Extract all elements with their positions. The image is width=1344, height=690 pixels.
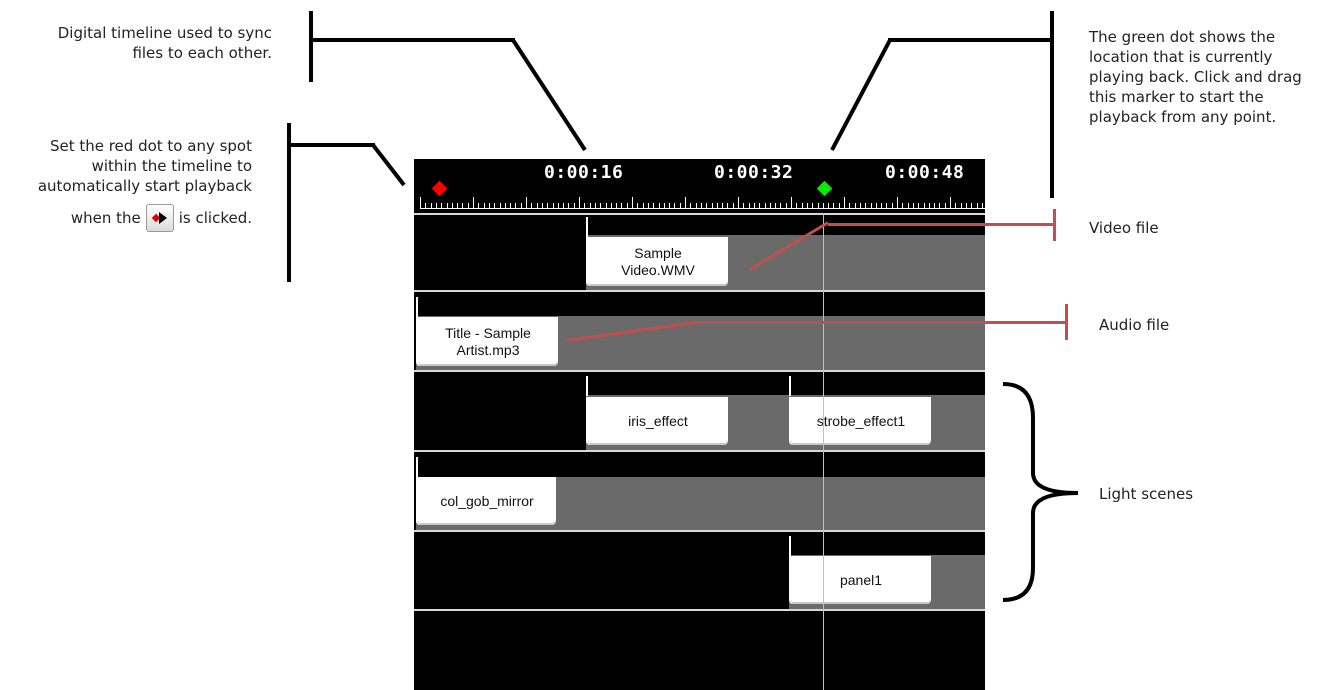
audio-clip[interactable]: Title - Sample Artist.mp3 [416, 317, 558, 366]
iris-effect-clip[interactable]: iris_effect [586, 397, 728, 445]
col-gob-mirror-clip[interactable]: col_gob_mirror [416, 477, 556, 525]
timeline-ruler[interactable]: 0:00:16 0:00:32 0:00:48 [414, 159, 985, 213]
callout-red-dot-clicked: is clicked. [178, 209, 252, 227]
go-to-start-marker-icon [151, 212, 167, 224]
audio-leader-end-cap [1065, 304, 1068, 340]
col-gob-mirror-clip-label: col_gob_mirror [440, 492, 534, 509]
start-marker-red-dot[interactable] [431, 180, 448, 197]
video-leader-end-cap [1053, 209, 1056, 241]
video-leader-line-horizontal [828, 223, 1054, 226]
video-clip-flag [586, 217, 588, 237]
leader-line-green-dot-horizontal [888, 38, 1054, 42]
track-separator [414, 290, 985, 292]
track-separator [414, 213, 985, 215]
leader-line-green-dot-diagonal [830, 39, 892, 151]
time-label-32: 0:00:32 [714, 162, 794, 183]
panel1-clip[interactable]: panel1 [789, 556, 931, 604]
callout-video-file: Video file [1089, 219, 1159, 237]
strobe-effect-clip-flag [789, 376, 791, 396]
strobe-effect-clip-label: strobe_effect1 [816, 412, 906, 429]
callout-digital-timeline: Digital timeline used to sync files to e… [57, 24, 272, 62]
light-scenes-brace [1002, 382, 1079, 602]
iris-effect-clip-label: iris_effect [628, 412, 688, 429]
leader-line-timeline-diagonal [511, 38, 587, 152]
callout-audio-file: Audio file [1099, 316, 1170, 334]
track-separator [414, 450, 985, 452]
track-separator [414, 609, 985, 611]
audio-clip-label: Title - Sample Artist.mp3 [445, 324, 531, 358]
callout-red-dot-when: when the [70, 209, 141, 227]
audio-clip-flag [416, 297, 418, 317]
strobe-effect-clip[interactable]: strobe_effect1 [789, 397, 931, 445]
leader-line-red-dot-diagonal [371, 143, 406, 187]
playhead-line[interactable] [823, 213, 824, 690]
audio-leader-line-horizontal [697, 321, 1067, 324]
track-separator [414, 370, 985, 372]
iris-effect-clip-flag [586, 376, 588, 396]
callout-red-dot: Set the red dot to any spot within the t… [0, 136, 252, 232]
timeline-panel[interactable]: 0:00:16 0:00:32 0:00:48 Sample Video.WMV… [414, 159, 985, 690]
time-label-48: 0:00:48 [885, 162, 965, 183]
track-separator [414, 530, 985, 532]
ruler-baseline [420, 208, 985, 209]
leader-line-timeline-vertical [309, 11, 313, 82]
time-label-16: 0:00:16 [544, 162, 624, 183]
video-clip[interactable]: Sample Video.WMV [586, 237, 728, 286]
callout-light-scenes: Light scenes [1099, 485, 1194, 503]
panel1-clip-flag [789, 536, 791, 556]
leader-line-red-dot-horizontal [287, 143, 375, 147]
panel1-clip-label: panel1 [839, 571, 883, 588]
callout-green-dot: The green dot shows the location that is… [1089, 28, 1302, 126]
start-playback-button[interactable] [145, 204, 174, 232]
video-clip-label: Sample Video.WMV [621, 244, 695, 278]
playhead-marker-green-dot[interactable] [816, 180, 833, 197]
col-gob-mirror-clip-flag [416, 457, 418, 477]
callout-red-dot-text: Set the red dot to any spot within the t… [37, 137, 252, 195]
leader-line-timeline-horizontal [309, 38, 515, 42]
